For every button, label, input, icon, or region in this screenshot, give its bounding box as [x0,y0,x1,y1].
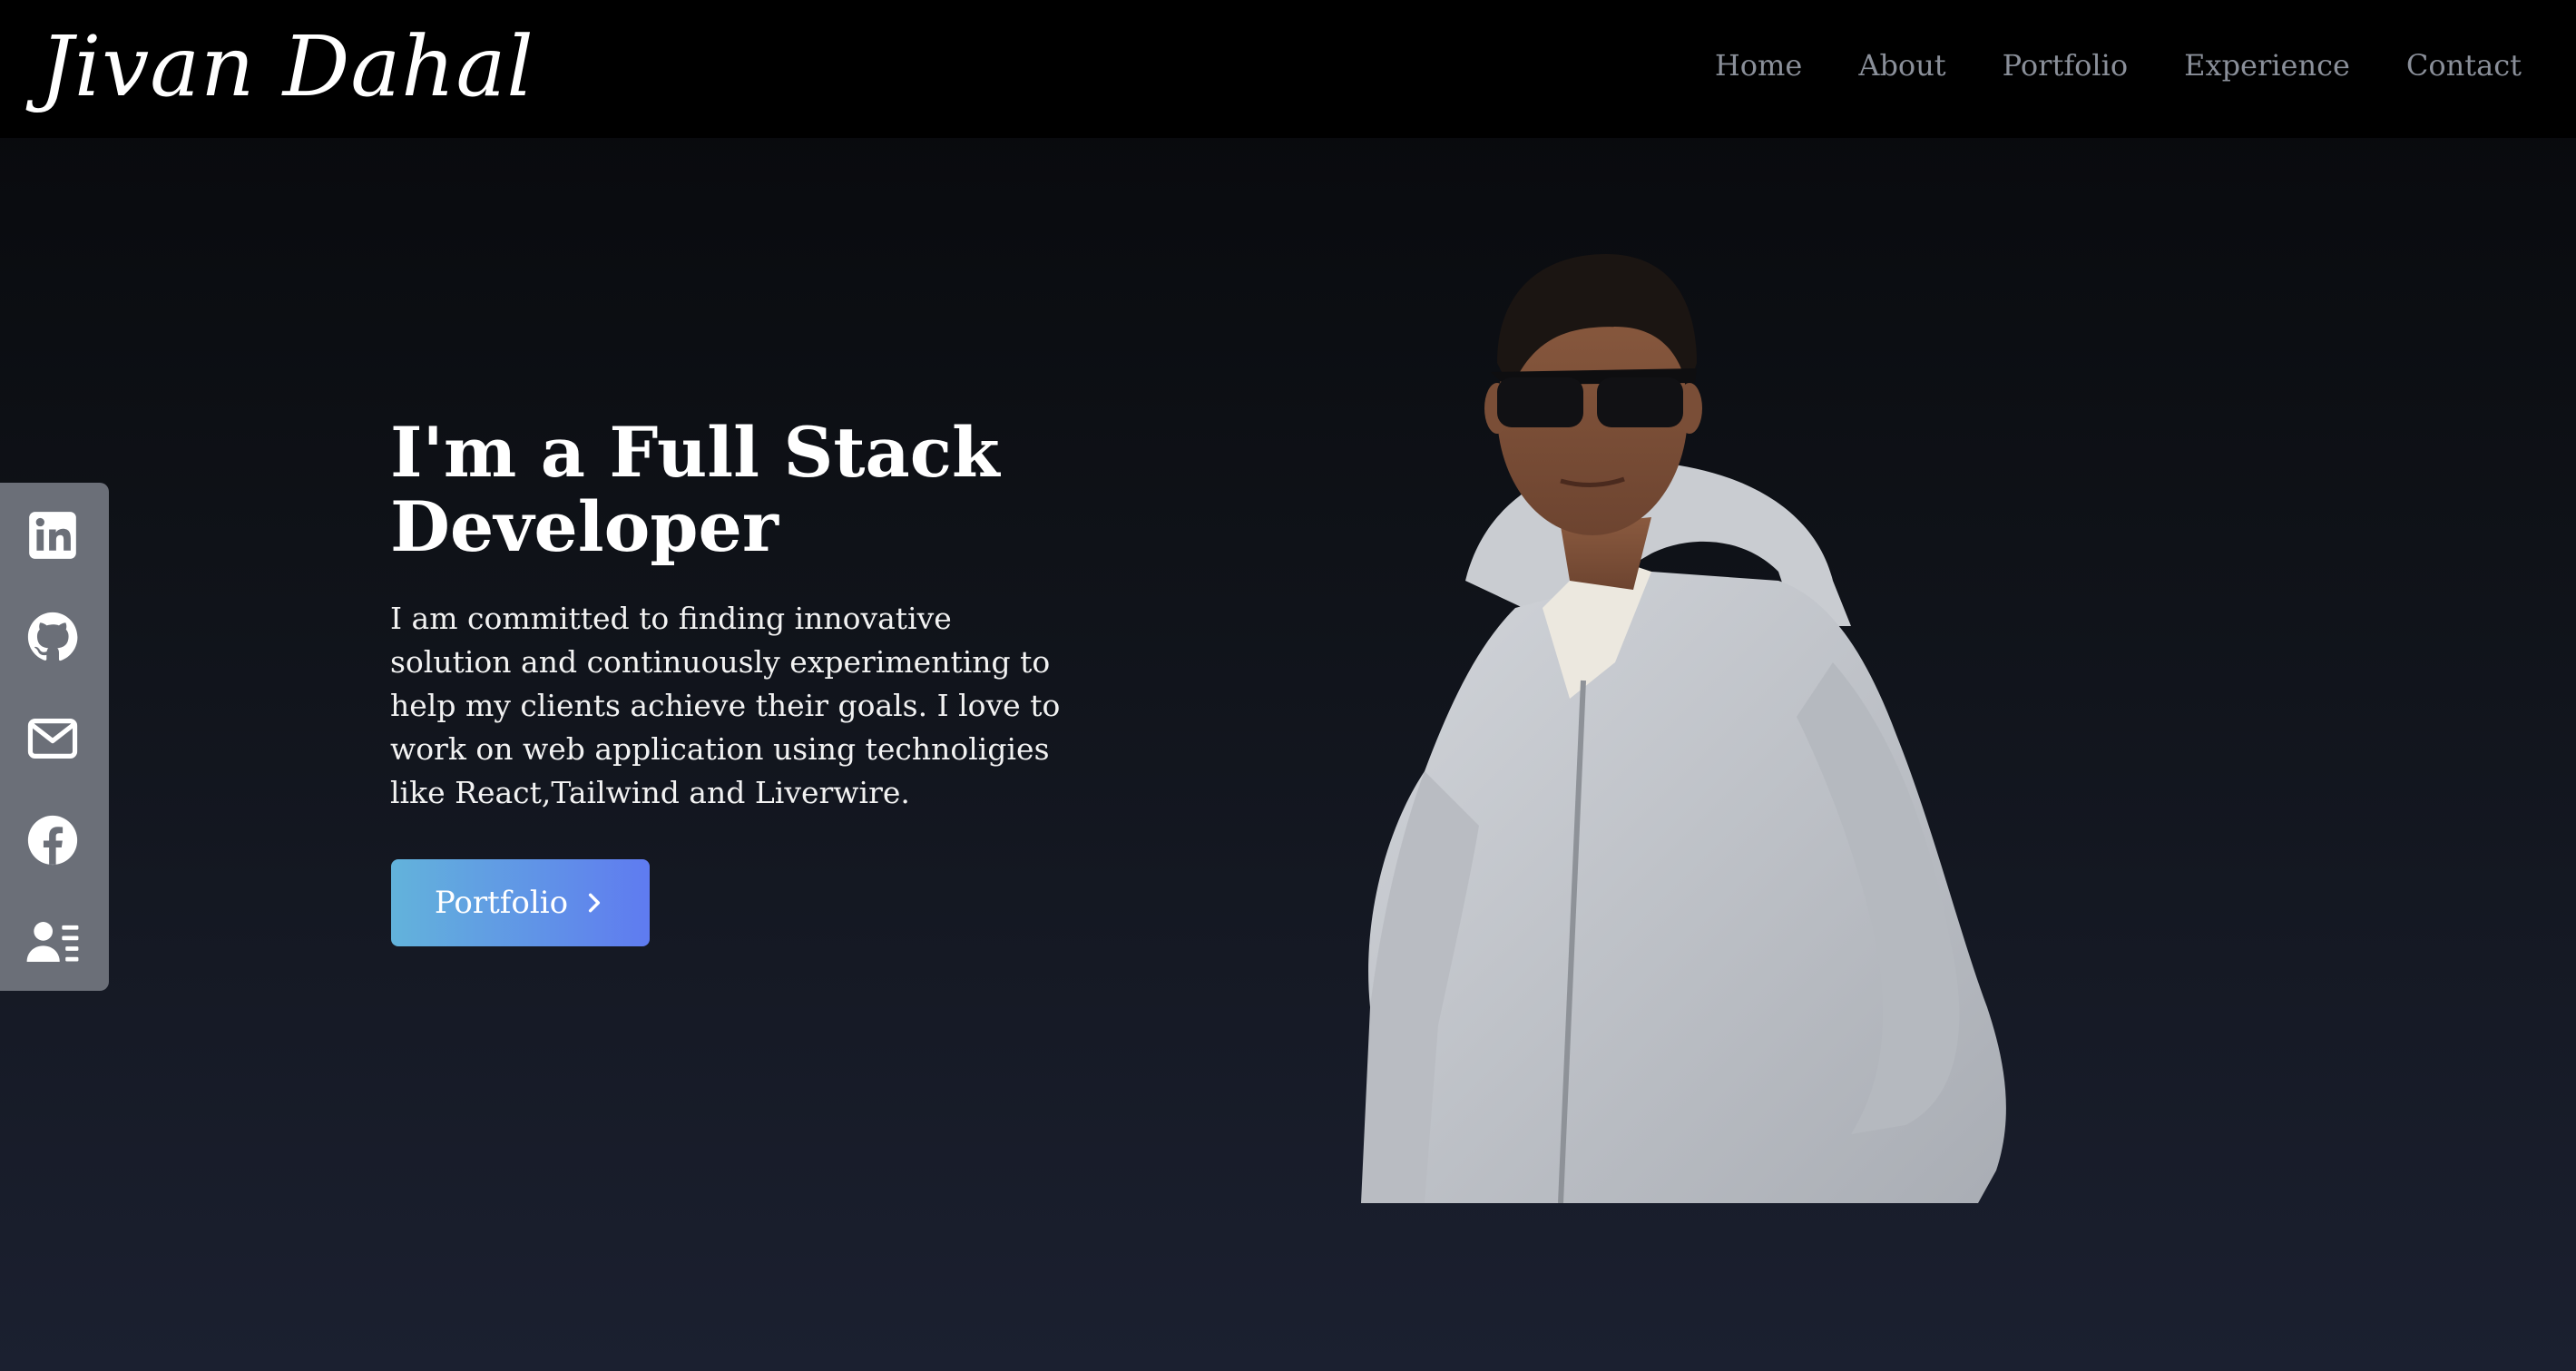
github-link[interactable] [22,606,83,668]
mail-icon [27,719,78,759]
profile-photo [1361,254,2006,1203]
linkedin-link[interactable] [22,504,83,566]
mail-link[interactable] [22,708,83,769]
github-icon [27,612,78,661]
linkedin-icon [29,512,76,559]
nav-experience[interactable]: Experience [2184,40,2350,91]
resume-icon [26,922,79,962]
hero-title: I'm a Full Stack Developer [390,412,1000,567]
social-sidebar [0,483,109,991]
facebook-icon [27,815,78,866]
nav-about[interactable]: About [1858,40,1945,91]
portfolio-button[interactable]: Portfolio [391,859,650,946]
chevron-right-icon [589,893,601,913]
navbar: Jivan Dahal Home About Portfolio Experie… [0,0,2576,138]
nav-links: Home About Portfolio Experience Contact [1715,40,2522,91]
portfolio-button-label: Portfolio [434,885,569,921]
nav-portfolio[interactable]: Portfolio [2003,40,2129,91]
logo[interactable]: Jivan Dahal [40,13,534,122]
resume-link[interactable] [22,911,83,973]
nav-contact[interactable]: Contact [2406,40,2522,91]
hero-description: I am committed to finding innovative sol… [390,601,1061,810]
facebook-link[interactable] [22,809,83,871]
nav-home[interactable]: Home [1715,40,1802,91]
